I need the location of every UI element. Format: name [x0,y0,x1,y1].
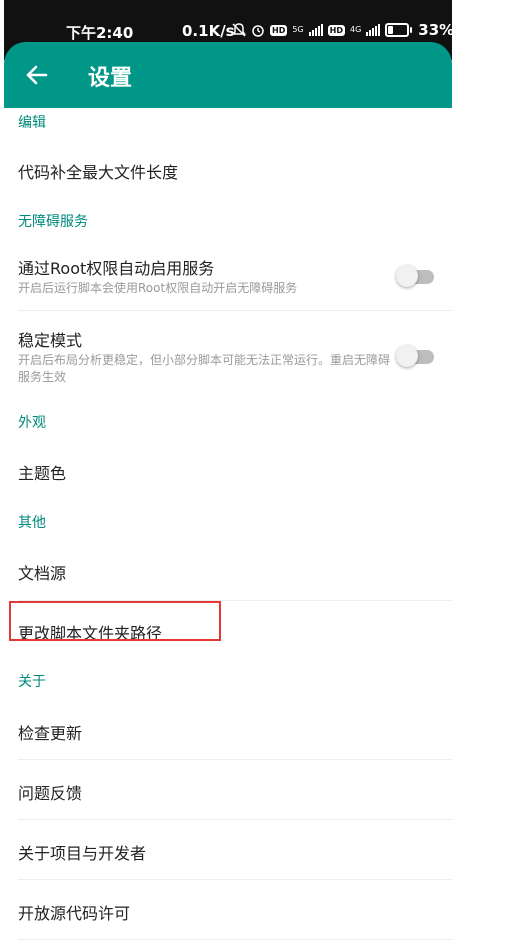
mute-icon [232,23,246,37]
page-title: 设置 [88,66,133,91]
settings-screen: 下午2:40 0.1K/s HD 5G HD 4G 33% 设置 编辑 代码补全… [0,0,454,944]
switch-thumb [396,265,418,287]
section-header-about: 关于 [18,674,46,690]
divider [18,939,452,940]
stable-mode-switch[interactable] [396,345,434,367]
setting-item-theme-color[interactable] [4,440,452,500]
setting-title: 代码补全最大文件长度 [18,163,179,182]
app-bar: 设置 [4,42,452,108]
setting-item-docs-source[interactable] [4,540,452,600]
battery-level-fill [388,26,394,34]
setting-title: 关于项目与开发者 [18,844,147,863]
section-header-appearance: 外观 [18,415,46,431]
setting-subtitle: 开启后运行脚本会使用Root权限自动开启无障碍服务 [18,281,298,295]
hd-icon: HD [270,24,288,36]
switch-thumb [396,345,418,367]
setting-title: 开放源代码许可 [18,904,131,923]
setting-title: 主题色 [18,464,67,483]
setting-title: 问题反馈 [18,784,83,803]
signal-icon [308,24,323,36]
status-icons: HD 5G HD 4G 33% [232,21,454,39]
status-net-speed: 0.1K/s [182,22,235,40]
network-type-5g: 5G [292,25,304,34]
signal-icon [366,24,381,36]
root-auto-enable-switch[interactable] [396,265,434,287]
setting-title: 通过Root权限自动启用服务 [18,259,215,278]
battery-percent: 33% [418,21,455,39]
setting-title: 检查更新 [18,724,83,743]
setting-title: 文档源 [18,564,67,583]
alarm-icon [252,25,264,37]
arrow-left-icon[interactable] [24,62,50,88]
divider [18,310,452,311]
battery-icon [385,23,413,37]
highlight-box [9,601,221,641]
section-header-other: 其他 [18,515,46,531]
network-type-4g: 4G [349,25,362,34]
status-time: 下午2:40 [66,24,134,42]
section-header-accessibility: 无障碍服务 [18,214,88,230]
section-header-editing: 编辑 [18,115,46,131]
setting-subtitle: 开启后布局分析更稳定，但小部分脚本可能无法正常运行。重启无障碍服务生效 [18,353,391,384]
hd-icon: HD [327,24,345,36]
setting-title: 稳定模式 [18,331,83,350]
